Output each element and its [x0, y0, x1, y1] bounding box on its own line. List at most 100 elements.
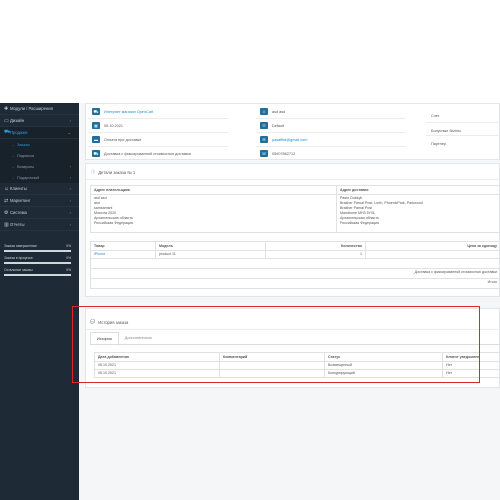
address-line: Российская Федерация: [340, 220, 379, 225]
payment-row: ▬ Оплата при доставке: [92, 134, 141, 145]
progress-bar: [4, 250, 71, 252]
customer-row: ☺ asd asd: [260, 106, 285, 117]
progress-processing: Заказы в процессе 0%: [4, 255, 71, 267]
empty-cell: [90, 258, 500, 269]
sidebar-subitem-subscription[interactable]: – Подписка: [0, 150, 79, 161]
info-icon: ⓘ: [91, 169, 96, 174]
divider: [256, 132, 406, 133]
divider: [88, 132, 228, 133]
payment-method: Оплата при доставке: [104, 137, 142, 142]
group-icon: ☷: [260, 122, 268, 129]
products-table: Товар Модель Количество Цена за единицу …: [90, 241, 500, 289]
dash-icon: –: [12, 164, 15, 169]
product-price: [365, 250, 500, 259]
sidebar-subitem-label: Подарочный: [17, 175, 40, 180]
sidebar-subitem-label: Возвраты: [17, 164, 35, 169]
address-table: Адрес плательщика Адрес доставки asd asd…: [90, 185, 500, 233]
group-row: ☷ Default: [260, 120, 284, 131]
sidebar-item-customers[interactable]: ☺ Клиенты ›: [0, 183, 79, 195]
affiliate-label: Партнер: [431, 138, 446, 149]
product-quantity: 1: [265, 250, 366, 259]
sidebar-subitem-label: Подписка: [17, 153, 35, 158]
product-model: product 11: [155, 250, 266, 259]
highlight-frame: [72, 306, 480, 383]
table-row: Доставка с фиксированной стоимостью дост…: [90, 268, 500, 279]
progress-other: Остальные заказы 0%: [4, 267, 71, 279]
calendar-icon: ▦: [92, 122, 100, 129]
dash-icon: –: [12, 153, 15, 158]
envelope-icon: ✉: [260, 136, 268, 143]
total-shipping: Доставка с фиксированной стоимостью дост…: [90, 268, 500, 279]
chevron-right-icon: ›: [69, 164, 71, 169]
progress-fill: [4, 274, 71, 276]
sidebar-item-label: Клиенты: [10, 186, 27, 191]
customer-email[interactable]: pasaffkd@gmail.com: [272, 138, 307, 142]
sidebar-subitem-gift[interactable]: – Подарочный ›: [0, 172, 79, 183]
invoice-label: Счет: [431, 110, 439, 121]
divider: [88, 118, 228, 119]
table-row: iPhone product 11 1: [90, 250, 500, 259]
chevron-right-icon: ›: [69, 198, 71, 203]
main-content: ⛟ Интернет магазин OpenCart ▦ 05.10.2021…: [79, 103, 500, 500]
order-info-card: ⛟ Интернет магазин OpenCart ▦ 05.10.2021…: [85, 103, 500, 160]
sidebar-subitem-orders[interactable]: – Заказы: [0, 139, 79, 150]
invoice-text: Счет: [431, 113, 440, 118]
chevron-right-icon: ›: [69, 210, 71, 215]
divider: [426, 135, 500, 136]
progress-label: Заказы в процессе: [4, 256, 33, 260]
sidebar-item-label: Дизайн: [10, 118, 25, 123]
customer-phone: 05907862712: [272, 151, 296, 156]
shipping-method: Доставка с фиксированной стоимостью дост…: [104, 151, 191, 156]
email-row: ✉ pasaffkd@gmail.com: [260, 134, 307, 145]
sidebar-subitem-returns[interactable]: – Возвраты ›: [0, 161, 79, 172]
divider: [86, 179, 500, 180]
chevron-down-icon: ⌄: [67, 130, 71, 135]
truck-icon: ⛟: [92, 150, 100, 157]
date-row: ▦ 05.10.2021: [92, 120, 123, 131]
payment-address-cell: asd asd asd samsamsnt Moscow 2020 Арханг…: [90, 194, 337, 233]
credit-card-icon: ▬: [92, 136, 100, 143]
progress-completed: Заказы завершенные 0%: [4, 243, 71, 255]
progress-bar: [4, 274, 71, 276]
col-quantity: Количество: [265, 241, 366, 251]
divider: [426, 122, 500, 123]
progress-fill: [4, 250, 71, 252]
product-link[interactable]: iPhone: [90, 250, 156, 259]
progress-label: Заказы завершенные: [4, 244, 37, 248]
col-model: Модель: [155, 241, 266, 251]
store-link[interactable]: Интернет магазин OpenCart: [104, 110, 153, 114]
progress-percent: 0%: [66, 256, 71, 260]
table-row: [90, 258, 500, 269]
chevron-right-icon: ›: [69, 175, 71, 180]
progress-bar: [4, 262, 71, 264]
divider: [88, 146, 228, 147]
payment-address-header: Адрес плательщика: [90, 185, 337, 195]
sidebar-subitem-label: Заказы: [17, 142, 30, 147]
sidebar-item-design[interactable]: ▭ Дизайн ›: [0, 115, 79, 127]
customer-name: asd asd: [272, 109, 286, 114]
shipping-address-header: Адрес доставки: [336, 185, 500, 195]
sidebar-item-system[interactable]: ⚙ Система ›: [0, 207, 79, 219]
order-date: 05.10.2021: [104, 123, 124, 128]
chevron-right-icon: ›: [69, 222, 71, 227]
sidebar-item-marketing[interactable]: ⇄ Маркетинг ›: [0, 195, 79, 207]
address-line: Российская Федерация: [94, 220, 133, 225]
table-row: Итого: [90, 278, 500, 289]
sidebar-item-label: Модули / Расширения: [10, 106, 53, 111]
chevron-right-icon: ›: [69, 118, 71, 123]
shipping-row: ⛟ Доставка с фиксированной стоимостью до…: [92, 148, 191, 159]
chevron-right-icon: ›: [69, 186, 71, 191]
order-details-title: ⓘ Детали заказа № 1: [91, 169, 135, 175]
phone-icon: ☏: [260, 150, 268, 157]
sidebar-item-sales[interactable]: ⛟ Продажи ⌄: [0, 127, 79, 139]
divider: [256, 146, 406, 147]
sidebar-item-extensions[interactable]: ✚ Модули / Расширения: [0, 103, 79, 115]
total-sum: Итого: [90, 278, 500, 289]
progress-label: Остальные заказы: [4, 268, 33, 272]
store-row: ⛟ Интернет магазин OpenCart: [92, 106, 153, 117]
progress-percent: 0%: [66, 244, 71, 248]
sidebar-item-label: Маркетинг: [10, 198, 31, 203]
progress-percent: 0%: [66, 268, 71, 272]
reward-text: Бонусные баллы: [431, 128, 461, 133]
sidebar-item-reports[interactable]: ▥ Отчеты ›: [0, 219, 79, 231]
